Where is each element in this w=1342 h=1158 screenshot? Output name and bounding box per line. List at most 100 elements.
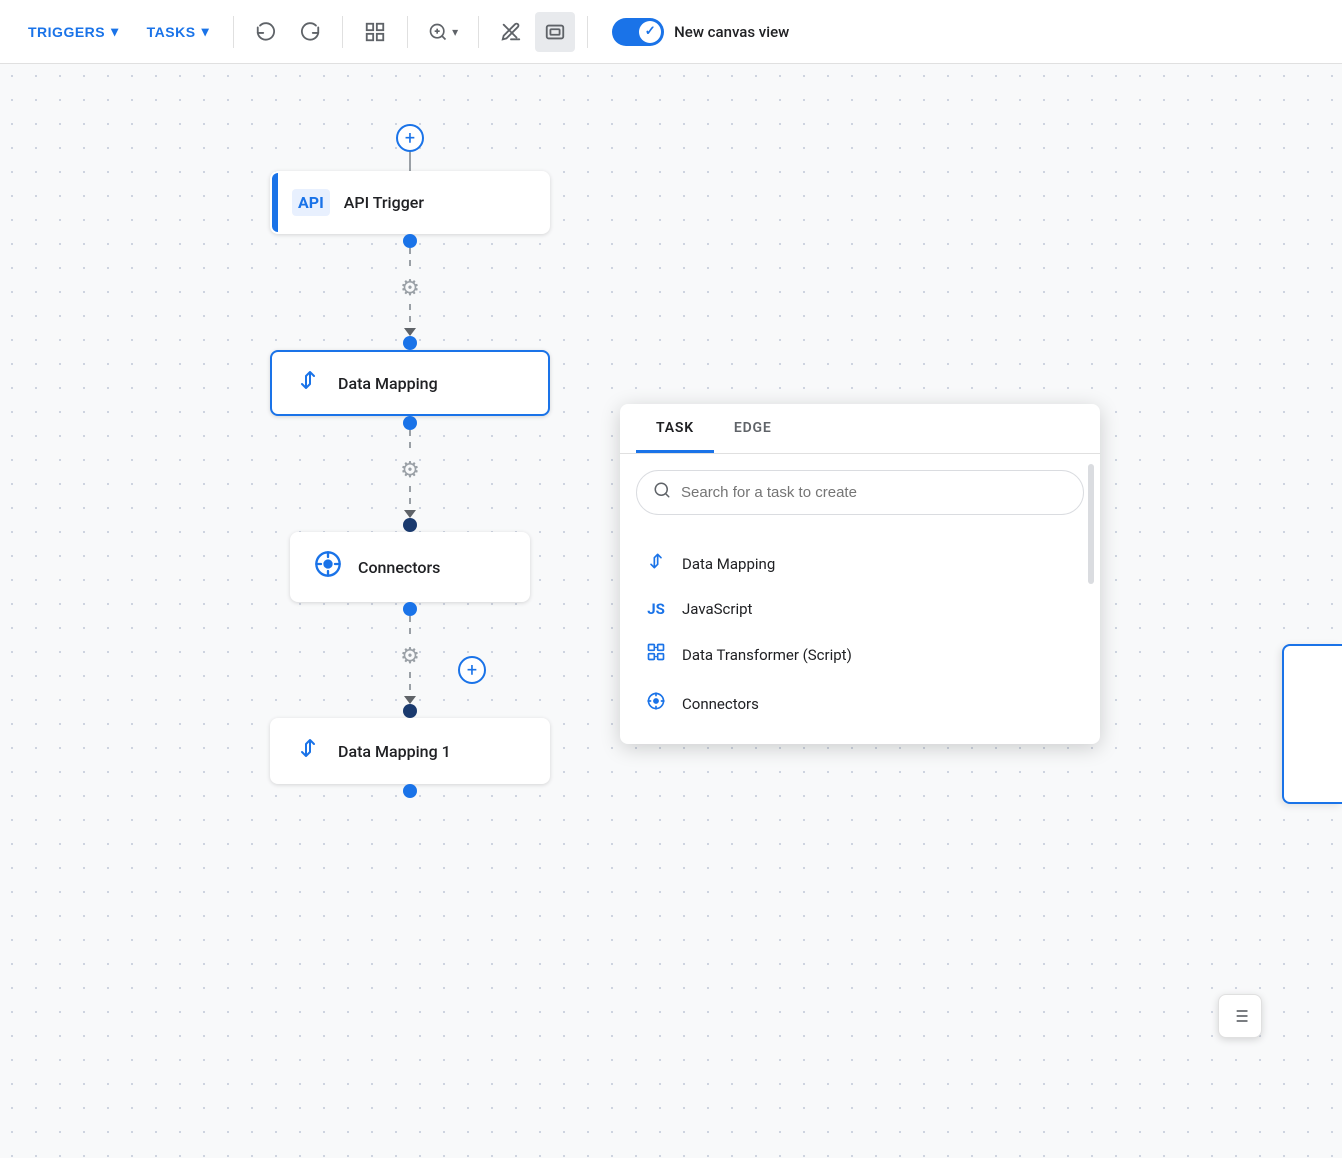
add-top-button[interactable]: + [396, 124, 424, 152]
connector-dot-6 [403, 704, 417, 718]
triggers-label: TRIGGERS [28, 24, 105, 40]
list-item-javascript[interactable]: JS JavaScript [620, 588, 1100, 630]
data-mapping-label: Data Mapping [338, 374, 438, 393]
popup-search-area [620, 454, 1100, 531]
new-canvas-label: New canvas view [674, 23, 789, 41]
triggers-button[interactable]: TRIGGERS ▾ [16, 17, 131, 46]
popup-panel: TASK EDGE [620, 404, 1100, 744]
toolbar: TRIGGERS ▾ TASKS ▾ ▾ [0, 0, 1342, 64]
undo-icon [255, 21, 277, 43]
tasks-label: TASKS [147, 24, 196, 40]
connectors-icon [312, 550, 344, 584]
data-mapping-1-icon [292, 736, 324, 766]
pen-button[interactable] [491, 12, 531, 52]
toggle-thumb: ✓ [639, 21, 661, 43]
add-middle-container: + [458, 656, 486, 684]
divider-1 [233, 16, 234, 48]
add-middle-button[interactable]: + [458, 656, 486, 684]
search-icon [653, 481, 671, 504]
redo-button[interactable] [290, 12, 330, 52]
list-icon [1230, 1006, 1250, 1026]
search-input[interactable] [681, 484, 1067, 501]
undo-button[interactable] [246, 12, 286, 52]
popup-tabs: TASK EDGE [620, 404, 1100, 454]
list-item-data-mapping[interactable]: Data Mapping [620, 539, 1100, 588]
node-data-mapping[interactable]: Data Mapping [270, 350, 550, 416]
canvas-icon [544, 21, 566, 43]
connector-dot-3 [403, 416, 417, 430]
redo-icon [299, 21, 321, 43]
search-wrapper[interactable] [636, 470, 1084, 515]
toggle-track: ✓ [612, 18, 664, 46]
list-js-icon: JS [644, 600, 668, 618]
connector-dot-7 [403, 784, 417, 798]
list-item-data-transformer[interactable]: Data Transformer (Script) [620, 630, 1100, 679]
divider-4 [478, 16, 479, 48]
zoom-button[interactable]: ▾ [420, 16, 466, 48]
arrow-2 [404, 510, 416, 518]
gear-icon-2[interactable]: ⚙ [394, 454, 426, 486]
popup-scrollbar[interactable] [1088, 464, 1094, 584]
zoom-chevron-icon: ▾ [452, 25, 458, 39]
add-middle-icon: + [467, 660, 477, 681]
connector-line-1 [409, 151, 411, 171]
arrow-1 [404, 328, 416, 336]
api-trigger-label: API Trigger [344, 193, 424, 212]
data-mapping-svg [296, 368, 320, 392]
layout-button[interactable] [355, 12, 395, 52]
connector-segment-2: ⚙ [394, 430, 426, 518]
toggle-check-icon: ✓ [645, 24, 656, 39]
add-top-icon: + [405, 128, 415, 149]
connector-segment-1: ⚙ [394, 248, 426, 336]
list-transformer-icon [644, 642, 668, 667]
connector-dot-5 [403, 602, 417, 616]
triggers-chevron-icon: ▾ [111, 23, 119, 40]
divider-2 [342, 16, 343, 48]
connectors-svg [314, 550, 342, 578]
layout-icon [364, 21, 386, 43]
api-icon: API [292, 189, 330, 216]
pen-icon [500, 21, 522, 43]
dashed-line-1 [409, 248, 411, 272]
list-item-connectors[interactable]: Connectors [620, 679, 1100, 728]
list-data-mapping-label: Data Mapping [682, 555, 775, 573]
node-accent [272, 173, 278, 232]
canvas[interactable]: + API API Trigger ⚙ Data [0, 64, 1342, 1158]
gear-icon-3[interactable]: ⚙ [394, 640, 426, 672]
popup-list: Data Mapping JS JavaScript [620, 531, 1100, 744]
dashed-line-6 [409, 672, 411, 696]
gear-icon-1[interactable]: ⚙ [394, 272, 426, 304]
dashed-line-2 [409, 304, 411, 328]
data-mapping-1-svg [296, 736, 320, 760]
node-connectors[interactable]: Connectors [290, 532, 530, 602]
connectors-label: Connectors [358, 558, 440, 577]
data-mapping-icon [292, 368, 324, 398]
list-javascript-label: JavaScript [682, 600, 752, 618]
tasks-chevron-icon: ▾ [202, 23, 210, 40]
connector-segment-3: ⚙ + [394, 616, 426, 704]
new-canvas-toggle[interactable]: ✓ [612, 18, 664, 46]
data-mapping-1-label: Data Mapping 1 [338, 742, 451, 761]
bottom-right-button[interactable] [1218, 994, 1262, 1038]
dashed-line-3 [409, 430, 411, 454]
tab-task[interactable]: TASK [636, 404, 714, 453]
node-api-trigger[interactable]: API API Trigger [270, 171, 550, 234]
divider-3 [407, 16, 408, 48]
divider-5 [587, 16, 588, 48]
connector-dot-1 [403, 234, 417, 248]
tasks-button[interactable]: TASKS ▾ [135, 17, 221, 46]
right-partial-card [1282, 644, 1342, 804]
list-connectors-icon [644, 691, 668, 716]
canvas-view-button[interactable] [535, 12, 575, 52]
new-canvas-toggle-container: ✓ New canvas view [612, 18, 789, 46]
flow-container: + API API Trigger ⚙ Data [270, 124, 550, 798]
list-data-mapping-icon [644, 551, 668, 576]
dashed-line-4 [409, 486, 411, 510]
connector-dot-2 [403, 336, 417, 350]
connector-dot-4 [403, 518, 417, 532]
dashed-line-5 [409, 616, 411, 640]
tab-edge[interactable]: EDGE [714, 404, 792, 453]
node-data-mapping-1[interactable]: Data Mapping 1 [270, 718, 550, 784]
zoom-icon [428, 22, 448, 42]
arrow-3 [404, 696, 416, 704]
